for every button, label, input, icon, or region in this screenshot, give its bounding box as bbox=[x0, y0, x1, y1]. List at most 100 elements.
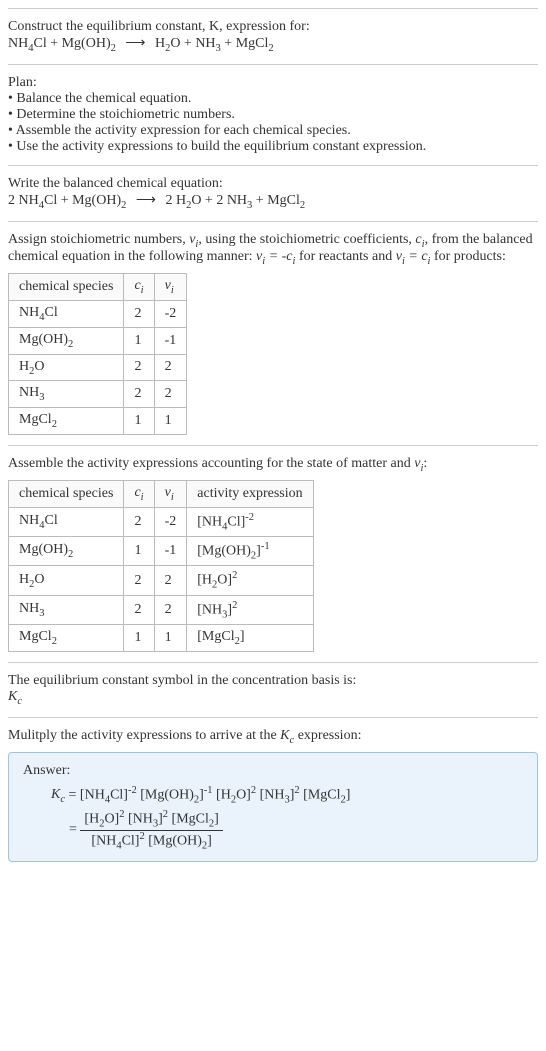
t: NH bbox=[8, 36, 28, 51]
t: MgCl bbox=[19, 629, 52, 644]
cell: [NH4Cl]-2 bbox=[187, 507, 313, 536]
header-section: Construct the equilibrium constant, K, e… bbox=[8, 8, 538, 64]
balanced-section: Write the balanced chemical equation: 2 … bbox=[8, 165, 538, 221]
t: 2 H bbox=[165, 193, 186, 208]
t: ] bbox=[346, 787, 351, 802]
t: O] bbox=[104, 812, 119, 827]
header-line1: Construct the equilibrium constant, K, e… bbox=[8, 19, 538, 35]
t: [NH bbox=[197, 603, 222, 618]
arrow-icon: ⟶ bbox=[136, 192, 156, 209]
s: 2 bbox=[300, 200, 305, 211]
t: Cl] bbox=[227, 514, 245, 529]
cell: NH3 bbox=[9, 595, 124, 624]
answer-eq2: = [H2O]2 [NH3]2 [MgCl2] [NH4Cl]2 [Mg(OH)… bbox=[69, 809, 523, 851]
kc: Kc bbox=[51, 787, 65, 802]
cell-species: H2O bbox=[9, 354, 124, 381]
col-nui: νi bbox=[154, 274, 187, 301]
col-ci: ci bbox=[124, 480, 154, 507]
t: Cl] bbox=[110, 787, 128, 802]
sub2: 2 bbox=[111, 43, 116, 54]
activity-section: Assemble the activity expressions accoun… bbox=[8, 445, 538, 662]
cell-ci: 2 bbox=[124, 381, 154, 408]
t: ] bbox=[207, 833, 212, 848]
cell: 1 bbox=[154, 625, 187, 652]
t: O + NH bbox=[170, 36, 215, 51]
multiply-section: Mulitply the activity expressions to arr… bbox=[8, 717, 538, 872]
cell-species: MgCl2 bbox=[9, 408, 124, 435]
t: Mg(OH) bbox=[19, 332, 68, 347]
plan-bullet-3: • Assemble the activity expression for e… bbox=[8, 123, 538, 139]
cell: [MgCl2] bbox=[187, 625, 313, 652]
cell-ci: 2 bbox=[124, 354, 154, 381]
t: H bbox=[155, 36, 165, 51]
cell-species: NH4Cl bbox=[9, 300, 124, 327]
table-row: Mg(OH)2 1 -1 bbox=[9, 327, 187, 354]
c-i: ci bbox=[415, 232, 424, 247]
cell-nui: -2 bbox=[154, 300, 187, 327]
t: Cl + Mg(OH) bbox=[33, 36, 110, 51]
sub2c: 2 bbox=[268, 43, 273, 54]
table-row: H2O 2 2 bbox=[9, 354, 187, 381]
fraction: [H2O]2 [NH3]2 [MgCl2] [NH4Cl]2 [Mg(OH)2] bbox=[80, 809, 222, 851]
t: [Mg(OH) bbox=[197, 544, 251, 559]
col-activity: activity expression bbox=[187, 480, 313, 507]
balanced-title: Write the balanced chemical equation: bbox=[8, 176, 538, 192]
t: : bbox=[423, 456, 427, 471]
t: [H bbox=[216, 787, 231, 802]
activity-title: Assemble the activity expressions accoun… bbox=[8, 456, 538, 474]
cell: 2 bbox=[154, 566, 187, 595]
t: 2 NH bbox=[8, 193, 39, 208]
numerator: [H2O]2 [NH3]2 [MgCl2] bbox=[80, 809, 222, 830]
nu-i: νi bbox=[189, 232, 198, 247]
t: [NH bbox=[80, 787, 105, 802]
t: O bbox=[34, 572, 44, 587]
e: 2 bbox=[139, 831, 144, 842]
multiply-line: Mulitply the activity expressions to arr… bbox=[8, 728, 538, 746]
balanced-equation: 2 NH4Cl + Mg(OH)2 ⟶ 2 H2O + 2 NH3 + MgCl… bbox=[8, 192, 538, 211]
t: [MgCl bbox=[172, 812, 209, 827]
table-row: NH4Cl 2 -2 bbox=[9, 300, 187, 327]
t: [NH bbox=[91, 833, 116, 848]
t: NH bbox=[19, 305, 39, 320]
t: O] bbox=[236, 787, 251, 802]
t: Assign stoichiometric numbers, bbox=[8, 232, 189, 247]
cell-ci: 1 bbox=[124, 327, 154, 354]
table-row: chemical species ci νi bbox=[9, 274, 187, 301]
t: O + 2 NH bbox=[191, 193, 247, 208]
s: 2 bbox=[121, 200, 126, 211]
cell-nui: 2 bbox=[154, 354, 187, 381]
t: ] bbox=[240, 629, 245, 644]
t: for products: bbox=[430, 249, 505, 264]
plan-section: Plan: • Balance the chemical equation. •… bbox=[8, 64, 538, 165]
e: 2 bbox=[163, 809, 168, 820]
stoich-intro: Assign stoichiometric numbers, νi, using… bbox=[8, 232, 538, 268]
cell-nui: 2 bbox=[154, 381, 187, 408]
cell: H2O bbox=[9, 566, 124, 595]
t: K bbox=[8, 689, 17, 704]
cell: -1 bbox=[154, 537, 187, 566]
e: -2 bbox=[128, 785, 137, 796]
t: [H bbox=[197, 573, 212, 588]
cell-species: NH3 bbox=[9, 381, 124, 408]
t: [H bbox=[84, 812, 99, 827]
table-row: NH3 2 2 [NH3]2 bbox=[9, 595, 314, 624]
stoich-section: Assign stoichiometric numbers, νi, using… bbox=[8, 221, 538, 445]
answer-eq1: Kc = [NH4Cl]-2 [Mg(OH)2]-1 [H2O]2 [NH3]2… bbox=[51, 785, 523, 805]
t: , using the stoichiometric coefficients, bbox=[198, 232, 415, 247]
t: ] bbox=[214, 812, 219, 827]
table-row: chemical species ci νi activity expressi… bbox=[9, 480, 314, 507]
t: NH bbox=[19, 385, 39, 400]
cell-nui: 1 bbox=[154, 408, 187, 435]
t: [NH bbox=[260, 787, 285, 802]
t: O] bbox=[217, 573, 232, 588]
cell-ci: 1 bbox=[124, 408, 154, 435]
table-row: MgCl2 1 1 [MgCl2] bbox=[9, 625, 314, 652]
t: NH bbox=[19, 601, 39, 616]
col-ci: ci bbox=[124, 274, 154, 301]
cell: [Mg(OH)2]-1 bbox=[187, 537, 313, 566]
table-row: NH4Cl 2 -2 [NH4Cl]-2 bbox=[9, 507, 314, 536]
t: Mg(OH) bbox=[19, 542, 68, 557]
t: [NH bbox=[197, 514, 222, 529]
cell: -2 bbox=[154, 507, 187, 536]
stoich-table: chemical species ci νi NH4Cl 2 -2 Mg(OH)… bbox=[8, 273, 187, 435]
